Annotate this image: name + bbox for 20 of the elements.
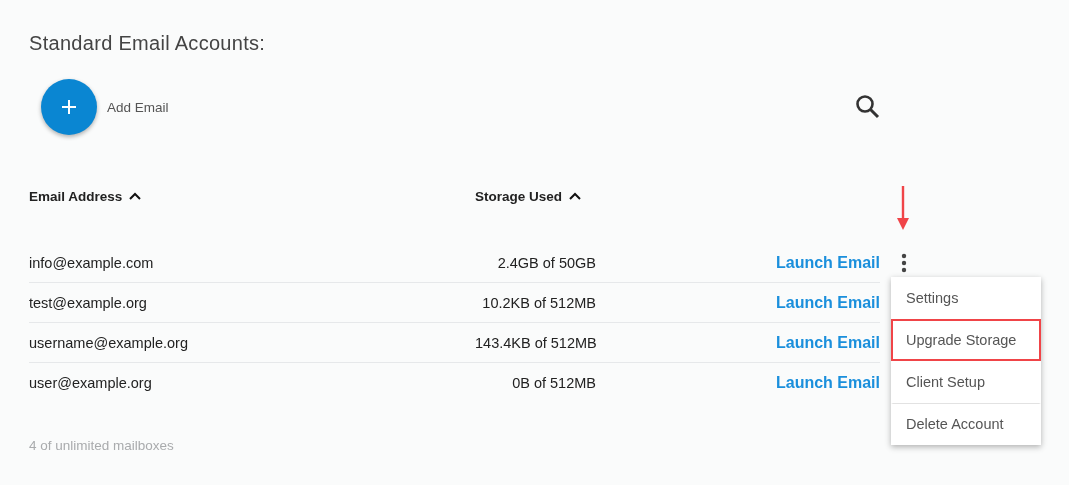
column-header[interactable]: Email Address	[29, 188, 123, 204]
email-address-cell-text: user@example.org	[29, 374, 153, 391]
menu-item[interactable]: Settings	[891, 277, 1041, 319]
add-email-button[interactable]: Add Email	[41, 79, 169, 135]
storage-used-cell: 143.4KB of 512MB	[475, 334, 596, 351]
email-address-cell-text: username@example.org	[29, 334, 189, 351]
storage-used-cell-text: 0B of 512MB	[511, 374, 596, 391]
email-address-cell-text: info@example.com	[29, 254, 155, 271]
storage-used-cell-text: 2.4GB of 50GB	[496, 254, 596, 271]
section-title: Standard Email Accounts:	[29, 31, 267, 56]
email-address-cell-text: test@example.org	[29, 294, 148, 311]
mailbox-count: 4 of unlimited mailboxes	[29, 438, 175, 453]
menu-item[interactable]: Upgrade Storage	[891, 319, 1041, 361]
menu-item[interactable]: Client Setup	[891, 361, 1041, 403]
search-icon[interactable]	[855, 94, 881, 120]
annotation-arrow	[897, 186, 909, 231]
storage-used-cell-text: 10.2KB of 512MB	[481, 294, 596, 311]
menu-item[interactable]: Delete Account	[891, 403, 1041, 445]
column-header[interactable]: Storage Used	[475, 188, 563, 204]
plus-icon	[61, 99, 77, 115]
